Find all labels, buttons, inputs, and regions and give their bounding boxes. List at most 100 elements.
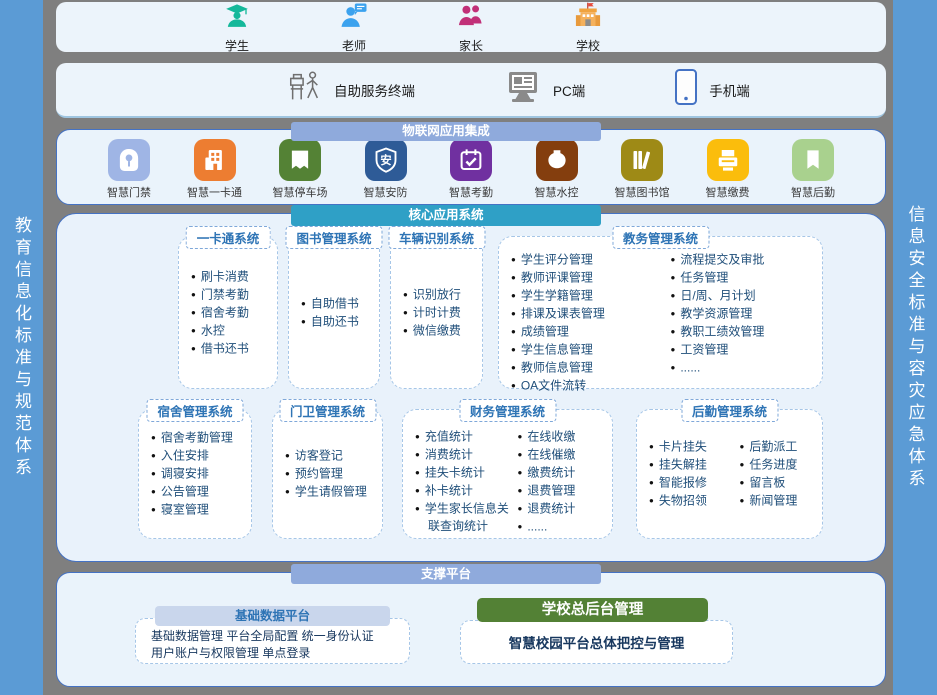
iot-item-water-control: 智慧水控 bbox=[523, 139, 591, 204]
list-item: 教职工绩效管理 bbox=[671, 323, 823, 341]
list-item: 水控 bbox=[191, 322, 277, 340]
system-box-title: 门卫管理系统 bbox=[279, 399, 376, 422]
support-panel: 基础数据平台 基础数据管理 平台全局配置 统一身份认证 用户账户与权限管理 单点… bbox=[56, 572, 886, 687]
system-box-title: 财务管理系统 bbox=[459, 399, 556, 422]
list-item: 退费管理 bbox=[518, 482, 613, 500]
list-item: 卡片挂失 bbox=[649, 438, 732, 456]
list-item: 学生请假管理 bbox=[285, 483, 382, 501]
list-item: 成绩管理 bbox=[511, 323, 663, 341]
system-box-onecard: 一卡通系统 刷卡消费门禁考勤宿舍考勤水控借书还书 bbox=[178, 236, 278, 389]
list-item: 排课及课表管理 bbox=[511, 305, 663, 323]
security-icon: 安 bbox=[365, 139, 407, 181]
iot-item-door-access: 智慧门禁 bbox=[95, 139, 163, 204]
list-item: 预约管理 bbox=[285, 465, 382, 483]
iot-section-tab: 物联网应用集成 bbox=[291, 122, 601, 141]
list-item: 入住安排 bbox=[151, 447, 251, 465]
core-panel: 一卡通系统 刷卡消费门禁考勤宿舍考勤水控借书还书 图书管理系统 自助借书自助还书… bbox=[56, 213, 886, 562]
iot-item-label: 智慧缴费 bbox=[706, 184, 750, 200]
system-box-title: 车辆识别系统 bbox=[388, 226, 485, 249]
list-item: 日/周、月计划 bbox=[671, 287, 823, 305]
iot-item-logistics: 智慧后勤 bbox=[779, 139, 847, 204]
user-item-label: 家长 bbox=[459, 37, 483, 54]
list-item: 识别放行 bbox=[403, 286, 482, 304]
system-box-dormitory: 宿舍管理系统 宿舍考勤管理入住安排调寝安排公告管理寝室管理 bbox=[138, 409, 252, 539]
iot-item-label: 智慧安防 bbox=[364, 184, 408, 200]
list-item: 在线催缴 bbox=[518, 446, 613, 464]
iot-item-label: 智慧考勤 bbox=[449, 184, 493, 200]
iot-item-label: 智慧停车场 bbox=[273, 184, 328, 200]
list-item: 新闻管理 bbox=[740, 492, 823, 510]
list-item: ...... bbox=[518, 518, 613, 536]
list-item: 借书还书 bbox=[191, 340, 277, 358]
list-item: 缴费统计 bbox=[518, 464, 613, 482]
parking-icon bbox=[279, 139, 321, 181]
list-item: 失物招领 bbox=[649, 492, 732, 510]
system-box-items: 卡片挂失挂失解挂智能报修失物招领 bbox=[649, 438, 732, 538]
user-item-label: 老师 bbox=[342, 37, 366, 54]
system-box-title: 教务管理系统 bbox=[612, 226, 709, 249]
list-item: 后勤派工 bbox=[740, 438, 823, 456]
list-item: 流程提交及审批 bbox=[671, 251, 823, 269]
payment-icon bbox=[707, 139, 749, 181]
phone-icon bbox=[673, 68, 699, 111]
list-item: 宿舍考勤管理 bbox=[151, 429, 251, 447]
teacher-icon bbox=[339, 1, 369, 36]
list-item: 智能报修 bbox=[649, 474, 732, 492]
user-item-label: 学生 bbox=[225, 37, 249, 54]
system-box-items: 充值统计消费统计挂失卡统计补卡统计学生家长信息关联查询统计 bbox=[415, 428, 510, 538]
water-control-icon bbox=[536, 139, 578, 181]
parents-icon bbox=[456, 1, 486, 36]
list-item: OA文件流转 bbox=[511, 377, 663, 395]
list-item: 教师信息管理 bbox=[511, 359, 663, 377]
system-box-items: 学生评分管理教师评课管理学生学籍管理排课及课表管理成绩管理学生信息管理教师信息管… bbox=[511, 251, 663, 388]
terminal-item-mobile: 手机端 bbox=[673, 68, 750, 111]
base-data-platform-line2: 用户账户与权限管理 单点登录 bbox=[151, 645, 409, 662]
school-icon bbox=[573, 1, 603, 36]
system-box-vehicle: 车辆识别系统 识别放行计时计费微信缴费 bbox=[390, 236, 483, 389]
list-item: ...... bbox=[671, 359, 823, 377]
list-item: 在线收缴 bbox=[518, 428, 613, 446]
system-box-items: 在线收缴在线催缴缴费统计退费管理退费统计...... bbox=[518, 428, 613, 538]
system-box-title: 后勤管理系统 bbox=[681, 399, 778, 422]
iot-item-label: 智慧后勤 bbox=[791, 184, 835, 200]
list-item: 教师评课管理 bbox=[511, 269, 663, 287]
left-standards-label: 教育信息化标准与规范体系 bbox=[9, 216, 34, 480]
list-item: 公告管理 bbox=[151, 483, 251, 501]
list-item: 寝室管理 bbox=[151, 501, 251, 519]
list-item: 微信缴费 bbox=[403, 322, 482, 340]
svg-text:安: 安 bbox=[380, 153, 391, 167]
iot-item-attendance: 智慧考勤 bbox=[437, 139, 505, 204]
system-box-items: 访客登记预约管理学生请假管理 bbox=[273, 410, 382, 538]
system-box-items: 刷卡消费门禁考勤宿舍考勤水控借书还书 bbox=[179, 237, 277, 388]
users-panel: 学生 老师 家长 学校 bbox=[56, 2, 886, 52]
system-box-items: 流程提交及审批任务管理日/周、月计划教学资源管理教职工绩效管理工资管理.....… bbox=[671, 251, 823, 388]
system-box-gatekeeper: 门卫管理系统 访客登记预约管理学生请假管理 bbox=[272, 409, 383, 539]
list-item: 留言板 bbox=[740, 474, 823, 492]
list-item: 挂失解挂 bbox=[649, 456, 732, 474]
logistics-icon bbox=[792, 139, 834, 181]
pc-icon bbox=[503, 69, 543, 110]
library-icon bbox=[621, 139, 663, 181]
attendance-icon bbox=[450, 139, 492, 181]
list-item: 学生信息管理 bbox=[511, 341, 663, 359]
list-item: 学生学籍管理 bbox=[511, 287, 663, 305]
iot-item-label: 智慧门禁 bbox=[107, 184, 151, 200]
list-item: 消费统计 bbox=[415, 446, 510, 464]
terminal-item-label: PC端 bbox=[553, 80, 585, 100]
iot-item-label: 智慧图书馆 bbox=[615, 184, 670, 200]
left-standards-bar: 教育信息化标准与规范体系 bbox=[0, 0, 43, 695]
system-box-title: 图书管理系统 bbox=[285, 226, 382, 249]
iot-item-parking: 智慧停车场 bbox=[266, 139, 334, 204]
support-section-tab: 支撑平台 bbox=[291, 564, 601, 584]
list-item: 工资管理 bbox=[671, 341, 823, 359]
list-item: 自助借书 bbox=[301, 295, 379, 313]
user-item-parents: 家长 bbox=[440, 1, 502, 54]
terminal-item-label: 手机端 bbox=[709, 80, 750, 100]
list-item: 任务进度 bbox=[740, 456, 823, 474]
base-data-platform-title: 基础数据平台 bbox=[155, 606, 390, 626]
iot-item-label: 智慧水控 bbox=[535, 184, 579, 200]
terminal-item-kiosk: 自助服务终端 bbox=[286, 68, 415, 111]
iot-item-library: 智慧图书馆 bbox=[608, 139, 676, 204]
iot-item-label: 智慧一卡通 bbox=[187, 184, 242, 200]
school-admin-title: 学校总后台管理 bbox=[477, 598, 708, 622]
